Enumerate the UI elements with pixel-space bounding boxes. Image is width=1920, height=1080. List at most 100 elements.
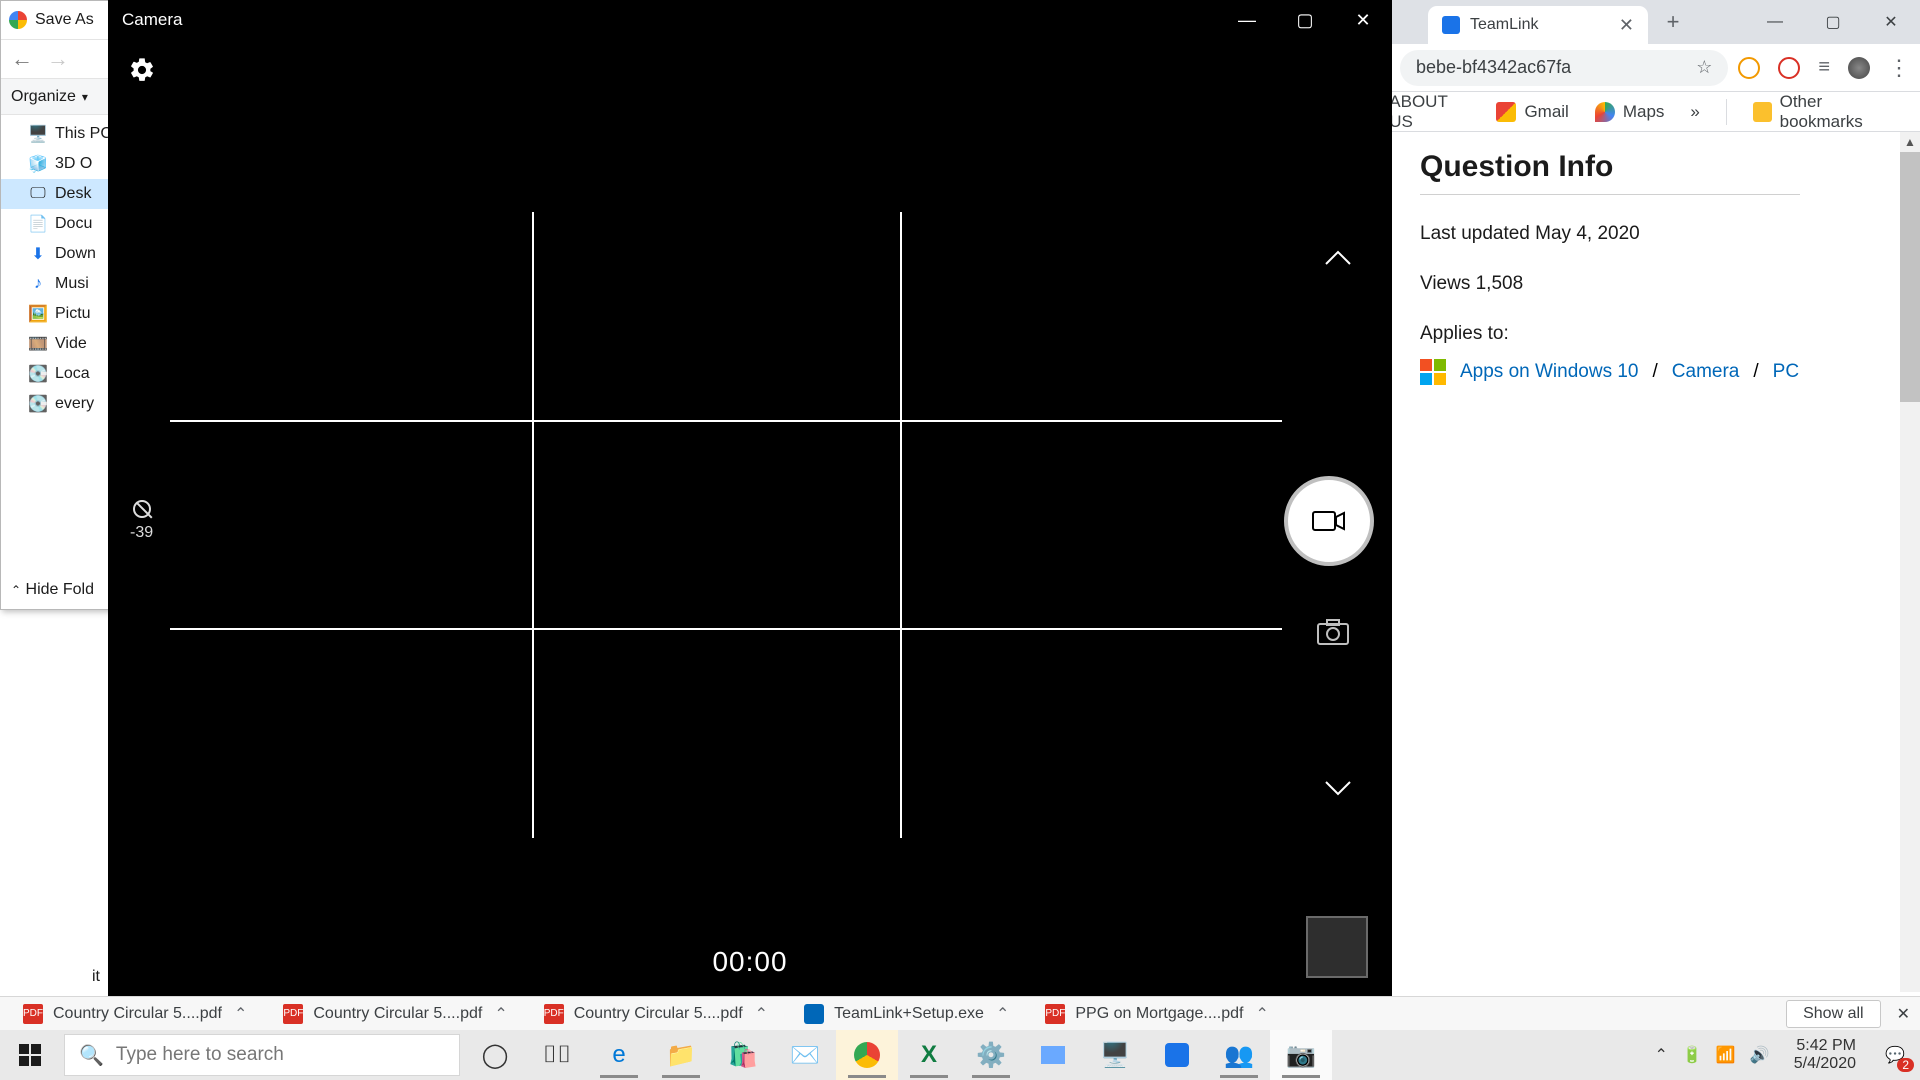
mode-next-button[interactable]: [1324, 780, 1352, 798]
wifi-icon[interactable]: 📶: [1716, 1045, 1736, 1065]
drive-icon: 💽: [29, 395, 47, 413]
taskbar-mail[interactable]: ✉️: [774, 1030, 836, 1080]
new-tab-button[interactable]: +: [1656, 9, 1690, 35]
download-item[interactable]: PDF PPG on Mortgage....pdf ⌃: [1032, 997, 1282, 1030]
action-center-button[interactable]: 💬 2: [1880, 1040, 1910, 1070]
taskbar-file-explorer[interactable]: 📁: [650, 1030, 712, 1080]
windows-logo-icon: [1420, 359, 1446, 385]
chrome-tab-teamlink[interactable]: TeamLink ✕: [1428, 6, 1648, 44]
nav-forward-icon[interactable]: →: [47, 46, 69, 72]
recording-timer: 00:00: [712, 946, 787, 978]
exposure-indicator[interactable]: -39: [130, 500, 153, 542]
settings-icon: ⚙️: [976, 1041, 1006, 1070]
download-item[interactable]: PDF Country Circular 5....pdf ⌃: [270, 997, 520, 1030]
pc-icon: 🖥️: [29, 125, 47, 143]
address-bar[interactable]: bebe-bf4342ac67fa ☆: [1400, 50, 1728, 86]
pdf-icon: PDF: [544, 1004, 564, 1024]
tree-label: This PC: [55, 125, 112, 143]
download-item[interactable]: PDF Country Circular 5....pdf ⌃: [531, 997, 781, 1030]
page-content: Question Info Last updated May 4, 2020 V…: [1392, 132, 1872, 403]
windows-logo-icon: [19, 1044, 41, 1066]
downloads-close-icon[interactable]: ✕: [1897, 1004, 1910, 1024]
camera-minimize-button[interactable]: —: [1218, 0, 1276, 40]
camera-roll-thumbnail[interactable]: [1306, 916, 1368, 978]
download-item[interactable]: PDF Country Circular 5....pdf ⌃: [10, 997, 260, 1030]
mode-prev-button[interactable]: [1324, 248, 1352, 266]
document-icon: 📄: [29, 215, 47, 233]
pdf-icon: PDF: [23, 1004, 43, 1024]
bookmark-star-icon[interactable]: ☆: [1696, 57, 1712, 78]
tree-label: Musi: [55, 275, 89, 293]
bookmark-gmail[interactable]: Gmail: [1496, 102, 1568, 122]
pictures-icon: 🖼️: [29, 305, 47, 323]
download-dismiss-icon[interactable]: ⌃: [494, 1004, 507, 1024]
search-placeholder: Type here to search: [116, 1044, 284, 1066]
camera-settings-button[interactable]: [128, 56, 156, 84]
organize-label: Organize: [11, 88, 76, 106]
other-bookmarks[interactable]: Other bookmarks: [1753, 92, 1902, 132]
peek-text: it: [92, 968, 100, 986]
start-button[interactable]: [0, 1030, 60, 1080]
bookmark-label: ABOUT US: [1389, 92, 1470, 132]
taskbar-search[interactable]: 🔍 Type here to search: [64, 1034, 460, 1076]
taskbar-camera[interactable]: 📷: [1270, 1030, 1332, 1080]
taskbar-store[interactable]: 🛍️: [712, 1030, 774, 1080]
nav-back-icon[interactable]: ←: [11, 46, 33, 72]
download-dismiss-icon[interactable]: ⌃: [996, 1004, 1009, 1024]
camera-maximize-button[interactable]: ▢: [1276, 0, 1334, 40]
record-button-inner: [1293, 485, 1365, 557]
task-view-button[interactable]: ◯: [464, 1030, 526, 1080]
chrome-menu-icon[interactable]: ⋮: [1888, 55, 1910, 81]
tab-close-icon[interactable]: ✕: [1619, 15, 1634, 36]
extension-icon-1[interactable]: [1738, 57, 1760, 79]
scroll-up-arrow[interactable]: ▲: [1900, 132, 1920, 152]
chrome-minimize-button[interactable]: —: [1746, 0, 1804, 44]
download-dismiss-icon[interactable]: ⌃: [234, 1004, 247, 1024]
music-icon: ♪: [29, 275, 47, 293]
taskbar-pinned-apps: ◯ ⌷⌷ e 📁 🛍️ ✉️ X ⚙️ 🖥️ 👥 📷: [464, 1030, 1332, 1080]
taskbar-excel[interactable]: X: [898, 1030, 960, 1080]
taskbar-edge[interactable]: e: [588, 1030, 650, 1080]
bookmarks-overflow[interactable]: »: [1690, 102, 1699, 122]
tray-overflow-icon[interactable]: ⌃: [1655, 1045, 1668, 1065]
address-text: bebe-bf4342ac67fa: [1416, 57, 1571, 78]
take-photo-button[interactable]: [1316, 618, 1350, 646]
last-updated: Last updated May 4, 2020: [1420, 223, 1844, 245]
taskbar-app-1[interactable]: [1022, 1030, 1084, 1080]
download-filename: PPG on Mortgage....pdf: [1075, 1005, 1243, 1023]
download-dismiss-icon[interactable]: ⌃: [755, 1004, 768, 1024]
tree-label: Desk: [55, 185, 91, 203]
scroll-thumb[interactable]: [1900, 152, 1920, 402]
taskbar-clock[interactable]: 5:42 PM 5/4/2020: [1784, 1037, 1866, 1074]
download-icon: ⬇: [29, 245, 47, 263]
cortana-button[interactable]: ⌷⌷: [526, 1030, 588, 1080]
camera-icon: 📷: [1286, 1041, 1316, 1070]
link-camera[interactable]: Camera: [1672, 361, 1740, 383]
downloads-show-all-button[interactable]: Show all: [1786, 1000, 1880, 1028]
notification-badge: 2: [1897, 1058, 1914, 1072]
camera-titlebar[interactable]: Camera — ▢ ✕: [108, 0, 1392, 40]
tree-label: every: [55, 395, 94, 413]
taskbar-settings[interactable]: ⚙️: [960, 1030, 1022, 1080]
bookmark-maps[interactable]: Maps: [1595, 102, 1665, 122]
reading-list-icon[interactable]: ≡: [1818, 56, 1830, 79]
taskbar-chrome[interactable]: [836, 1030, 898, 1080]
camera-close-button[interactable]: ✕: [1334, 0, 1392, 40]
link-pc[interactable]: PC: [1773, 361, 1799, 383]
link-apps-windows10[interactable]: Apps on Windows 10: [1460, 361, 1639, 383]
download-dismiss-icon[interactable]: ⌃: [1255, 1004, 1268, 1024]
record-video-button[interactable]: [1284, 476, 1374, 566]
chrome-close-button[interactable]: ✕: [1862, 0, 1920, 44]
profile-avatar[interactable]: [1848, 57, 1870, 79]
page-scrollbar[interactable]: ▲: [1900, 132, 1920, 992]
volume-icon[interactable]: 🔊: [1750, 1045, 1770, 1065]
battery-icon[interactable]: 🔋: [1682, 1045, 1702, 1065]
store-icon: 🛍️: [728, 1041, 758, 1070]
taskbar-app-3[interactable]: [1146, 1030, 1208, 1080]
extension-icon-2[interactable]: [1778, 57, 1800, 79]
taskbar-teams[interactable]: 👥: [1208, 1030, 1270, 1080]
chrome-tab-title: TeamLink: [1470, 16, 1538, 34]
taskbar-app-2[interactable]: 🖥️: [1084, 1030, 1146, 1080]
download-item[interactable]: TeamLink+Setup.exe ⌃: [791, 997, 1022, 1030]
chrome-maximize-button[interactable]: ▢: [1804, 0, 1862, 44]
